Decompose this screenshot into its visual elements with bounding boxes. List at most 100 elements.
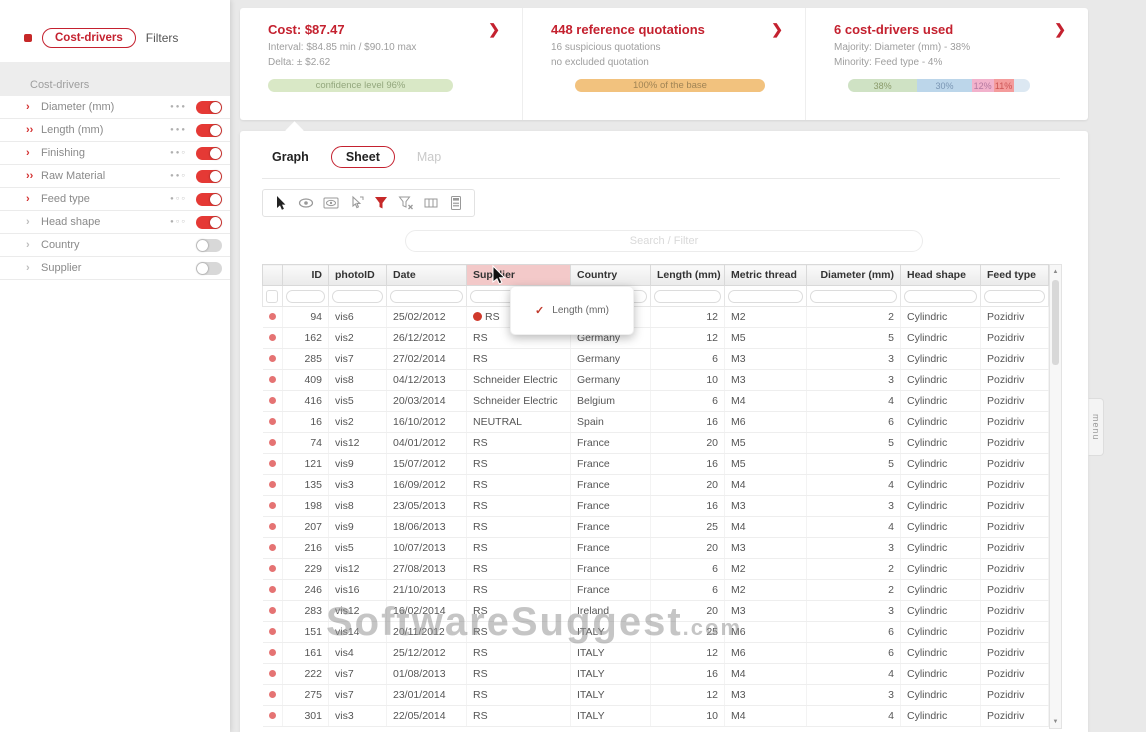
table-row[interactable]: 135 vis3 16/09/2012 RS France 20 M4 4 Cy… (263, 475, 1049, 496)
popup-option-label[interactable]: Length (mm) (552, 305, 609, 316)
filter-input-photoid[interactable] (332, 290, 383, 303)
table-row[interactable]: 301 vis3 22/05/2014 RS ITALY 10 M4 4 Cyl… (263, 706, 1049, 727)
table-row[interactable]: 229 vis12 27/08/2013 RS France 6 M2 2 Cy… (263, 559, 1049, 580)
confidence-bar: confidence level 96% (268, 79, 453, 92)
cost-driver-item[interactable]: ›› Raw Material ●●○ (0, 165, 230, 188)
eye-icon[interactable] (298, 195, 314, 211)
cell-feed-type: Pozidriv (981, 685, 1049, 706)
scroll-up-icon[interactable]: ▲ (1050, 265, 1061, 278)
col-photoid[interactable]: photoID (329, 265, 387, 286)
filter-input-feed-type[interactable] (984, 290, 1045, 303)
cell-supplier: RS (467, 580, 571, 601)
pointer-tool-icon[interactable] (273, 195, 289, 211)
col-feed-type[interactable]: Feed type (981, 265, 1049, 286)
table-row[interactable]: 151 vis14 20/11/2012 RS ITALY 25 M6 6 Cy… (263, 622, 1049, 643)
tab-cost-drivers[interactable]: Cost-drivers (42, 28, 136, 48)
col-id[interactable]: ID (283, 265, 329, 286)
table-row[interactable]: 94 vis6 25/02/2012 RS 12 M2 2 Cylindric … (263, 307, 1049, 328)
table-row[interactable]: 416 vis5 20/03/2014 Schneider Electric B… (263, 391, 1049, 412)
expand-cost-icon[interactable]: ❯ (488, 21, 500, 38)
cell-photoid: vis7 (329, 685, 387, 706)
filter-input-head-shape[interactable] (904, 290, 977, 303)
distribution-segment: 38% (848, 79, 917, 92)
table-row[interactable]: 16 vis2 16/10/2012 NEUTRAL Spain 16 M6 6… (263, 412, 1049, 433)
cell-metric-thread: M4 (725, 664, 807, 685)
table-row[interactable]: 161 vis4 25/12/2012 RS ITALY 12 M6 6 Cyl… (263, 643, 1049, 664)
cost-driver-label: Raw Material (41, 170, 170, 182)
toggle-switch[interactable] (196, 170, 222, 183)
cost-driver-item[interactable]: › Feed type ●○○ (0, 188, 230, 211)
col-metric-thread[interactable]: Metric thread (725, 265, 807, 286)
scroll-down-icon[interactable]: ▼ (1050, 715, 1061, 728)
chevron-right-icon[interactable]: › (26, 101, 41, 113)
chevron-right-icon[interactable]: ›› (26, 124, 41, 136)
toggle-switch[interactable] (196, 124, 222, 137)
filter-input-metric-thread[interactable] (728, 290, 803, 303)
table-row[interactable]: 275 vis7 23/01/2014 RS ITALY 12 M3 3 Cyl… (263, 685, 1049, 706)
columns-icon[interactable] (423, 195, 439, 211)
chevron-right-icon[interactable]: › (26, 262, 41, 274)
cost-driver-item[interactable]: › Country (0, 234, 230, 257)
col-country[interactable]: Country (571, 265, 651, 286)
table-row[interactable]: 283 vis12 16/02/2014 RS Ireland 20 M3 3 … (263, 601, 1049, 622)
cost-driver-item[interactable]: › Head shape ●○○ (0, 211, 230, 234)
cost-driver-item[interactable]: ›› Length (mm) ●●● (0, 119, 230, 142)
cell-photoid: vis12 (329, 601, 387, 622)
table-row[interactable]: 162 vis2 26/12/2012 RS Germany 12 M5 5 C… (263, 328, 1049, 349)
filter-input-id[interactable] (286, 290, 325, 303)
menu-side-tab[interactable]: menu (1088, 398, 1104, 456)
toggle-switch[interactable] (196, 101, 222, 114)
filter-input-length[interactable] (654, 290, 721, 303)
cell-id: 207 (283, 517, 329, 538)
col-length[interactable]: Length (mm) (651, 265, 725, 286)
chevron-right-icon[interactable]: › (26, 239, 41, 251)
filter-input-date[interactable] (390, 290, 463, 303)
chevron-right-icon[interactable]: ›› (26, 170, 41, 182)
cost-driver-item[interactable]: › Finishing ●●○ (0, 142, 230, 165)
cell-feed-type: Pozidriv (981, 601, 1049, 622)
filter-icon[interactable] (373, 195, 389, 211)
table-row[interactable]: 222 vis7 01/08/2013 RS ITALY 16 M4 4 Cyl… (263, 664, 1049, 685)
tab-map[interactable]: Map (417, 150, 441, 164)
select-move-icon[interactable] (348, 195, 364, 211)
table-row[interactable]: 198 vis8 23/05/2013 RS France 16 M3 3 Cy… (263, 496, 1049, 517)
table-row[interactable]: 207 vis9 18/06/2013 RS France 25 M4 4 Cy… (263, 517, 1049, 538)
scrollbar-thumb[interactable] (1052, 280, 1059, 365)
table-row[interactable]: 216 vis5 10/07/2013 RS France 20 M3 3 Cy… (263, 538, 1049, 559)
cell-supplier: RS (467, 685, 571, 706)
filter-input-diameter[interactable] (810, 290, 897, 303)
expand-quotations-icon[interactable]: ❯ (771, 21, 783, 38)
search-input[interactable] (405, 230, 923, 252)
table-row[interactable]: 409 vis8 04/12/2013 Schneider Electric G… (263, 370, 1049, 391)
col-head-shape[interactable]: Head shape (901, 265, 981, 286)
tab-filters[interactable]: Filters (146, 31, 179, 45)
toggle-switch[interactable] (196, 193, 222, 206)
tab-sheet[interactable]: Sheet (331, 146, 395, 168)
toggle-switch[interactable] (196, 262, 222, 275)
expand-drivers-icon[interactable]: ❯ (1054, 21, 1066, 38)
chevron-right-icon[interactable]: › (26, 193, 41, 205)
cell-feed-type: Pozidriv (981, 433, 1049, 454)
col-date[interactable]: Date (387, 265, 467, 286)
toggle-switch[interactable] (196, 239, 222, 252)
filter-clear-icon[interactable] (398, 195, 414, 211)
chevron-right-icon[interactable]: › (26, 147, 41, 159)
toggle-switch[interactable] (196, 216, 222, 229)
chevron-right-icon[interactable]: › (26, 216, 41, 228)
calculator-icon[interactable] (448, 195, 464, 211)
table-row[interactable]: 285 vis7 27/02/2014 RS Germany 6 M3 3 Cy… (263, 349, 1049, 370)
table-row[interactable]: 246 vis16 21/10/2013 RS France 6 M2 2 Cy… (263, 580, 1049, 601)
cost-driver-item[interactable]: › Supplier (0, 257, 230, 280)
column-option-popup[interactable]: ✓ Length (mm) (510, 286, 634, 335)
cell-diameter: 3 (807, 496, 901, 517)
col-diameter[interactable]: Diameter (mm) (807, 265, 901, 286)
tab-graph[interactable]: Graph (272, 150, 309, 164)
eye-preview-icon[interactable] (323, 195, 339, 211)
table-row[interactable]: 121 vis9 15/07/2012 RS France 16 M5 5 Cy… (263, 454, 1049, 475)
toggle-switch[interactable] (196, 147, 222, 160)
table-row[interactable]: 74 vis12 04/01/2012 RS France 20 M5 5 Cy… (263, 433, 1049, 454)
col-supplier[interactable]: Supplier (467, 265, 571, 286)
filter-input-status[interactable] (266, 290, 278, 303)
cost-driver-item[interactable]: › Diameter (mm) ●●● (0, 96, 230, 119)
table-scrollbar[interactable]: ▲ ▼ (1049, 264, 1062, 729)
